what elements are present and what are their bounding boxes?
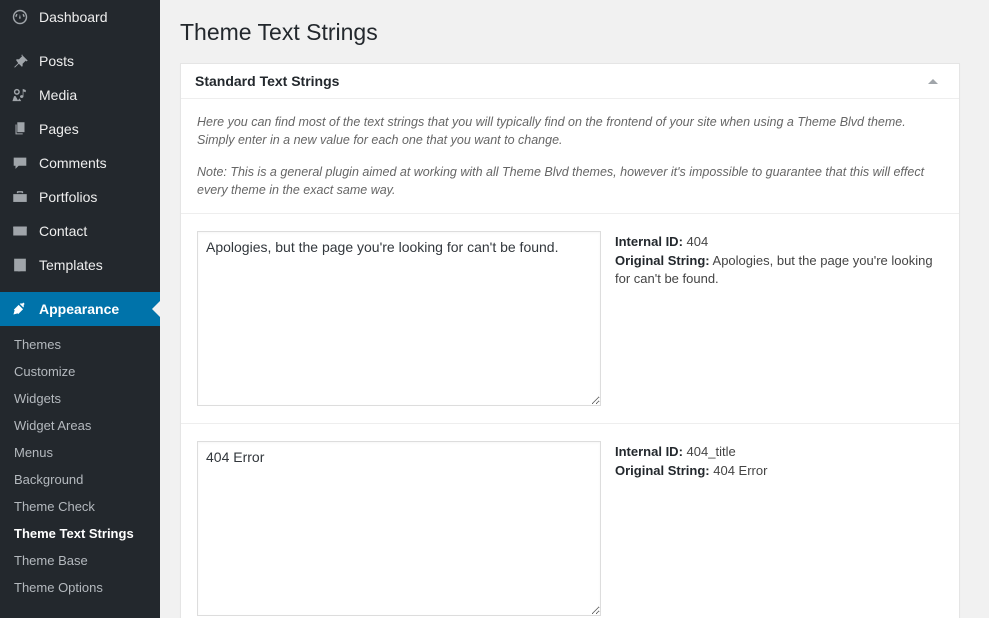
briefcase-icon bbox=[10, 187, 30, 207]
main-content: Theme Text Strings Standard Text Strings… bbox=[160, 0, 989, 618]
sidebar-item-label: Comments bbox=[39, 155, 107, 171]
description-paragraph-1: Here you can find most of the text strin… bbox=[197, 115, 906, 147]
sidebar-item-label: Pages bbox=[39, 121, 79, 137]
internal-id-line: Internal ID: 404_title bbox=[615, 443, 943, 461]
sidebar-separator bbox=[0, 282, 160, 292]
internal-id-label: Internal ID: bbox=[615, 444, 683, 459]
description-paragraph-2: Note: This is a general plugin aimed at … bbox=[197, 165, 925, 197]
sidebar-item-label: Media bbox=[39, 87, 78, 103]
sidebar-item-label: Templates bbox=[39, 257, 103, 273]
envelope-icon bbox=[10, 221, 30, 241]
sidebar-item-appearance[interactable]: Appearance bbox=[0, 292, 160, 326]
sidebar-item-contact[interactable]: Contact bbox=[0, 214, 160, 248]
string-info-column: Internal ID: 404 Original String: Apolog… bbox=[601, 231, 943, 289]
string-info-column: Internal ID: 404_title Original String: … bbox=[601, 441, 943, 481]
active-menu-arrow bbox=[152, 301, 160, 317]
submenu-item-theme-text-strings[interactable]: Theme Text Strings bbox=[0, 520, 160, 547]
internal-id-label: Internal ID: bbox=[615, 234, 683, 249]
sidebar-item-media[interactable]: Media bbox=[0, 78, 160, 112]
sidebar-item-label: Posts bbox=[39, 53, 75, 69]
string-input-column bbox=[197, 441, 601, 616]
original-string-label: Original String: bbox=[615, 253, 710, 268]
string-textarea[interactable] bbox=[197, 441, 601, 616]
appearance-submenu: Themes Customize Widgets Widget Areas Me… bbox=[0, 326, 160, 609]
dashboard-icon bbox=[10, 7, 30, 27]
media-icon bbox=[10, 85, 30, 105]
submenu-item-menus[interactable]: Menus bbox=[0, 439, 160, 466]
sidebar-item-label: Appearance bbox=[39, 301, 120, 317]
panel-title: Standard Text Strings bbox=[195, 73, 340, 89]
original-string-label: Original String: bbox=[615, 463, 710, 478]
internal-id-value: 404_title bbox=[686, 444, 736, 459]
submenu-item-theme-check[interactable]: Theme Check bbox=[0, 493, 160, 520]
internal-id-value: 404 bbox=[686, 234, 709, 249]
panel-description: Here you can find most of the text strin… bbox=[181, 99, 959, 214]
brush-icon bbox=[10, 299, 30, 319]
panel-header: Standard Text Strings bbox=[181, 64, 959, 99]
submenu-item-themes[interactable]: Themes bbox=[0, 331, 160, 358]
chevron-up-icon[interactable] bbox=[915, 64, 951, 98]
building-icon bbox=[10, 255, 30, 275]
text-string-row: Internal ID: 404_title Original String: … bbox=[181, 424, 959, 618]
sidebar-item-dashboard[interactable]: Dashboard bbox=[0, 0, 160, 34]
submenu-item-widget-areas[interactable]: Widget Areas bbox=[0, 412, 160, 439]
page-title: Theme Text Strings bbox=[180, 19, 378, 45]
text-string-row: Internal ID: 404 Original String: Apolog… bbox=[181, 214, 959, 424]
chevron-up-glyph bbox=[928, 78, 938, 84]
pin-icon bbox=[10, 51, 30, 71]
submenu-item-background[interactable]: Background bbox=[0, 466, 160, 493]
sidebar-item-label: Dashboard bbox=[39, 9, 108, 25]
sidebar-item-pages[interactable]: Pages bbox=[0, 112, 160, 146]
internal-id-line: Internal ID: 404 bbox=[615, 233, 943, 251]
sidebar-item-label: Contact bbox=[39, 223, 88, 239]
original-string-line: Original String: Apologies, but the page… bbox=[615, 252, 943, 288]
pages-icon bbox=[10, 119, 30, 139]
admin-sidebar: Dashboard Posts Media Pages Comments Por… bbox=[0, 0, 160, 618]
sidebar-item-portfolios[interactable]: Portfolios bbox=[0, 180, 160, 214]
admin-layout: Dashboard Posts Media Pages Comments Por… bbox=[0, 0, 989, 618]
submenu-item-widgets[interactable]: Widgets bbox=[0, 385, 160, 412]
sidebar-item-label: Portfolios bbox=[39, 189, 98, 205]
string-textarea[interactable] bbox=[197, 231, 601, 406]
sidebar-item-posts[interactable]: Posts bbox=[0, 44, 160, 78]
string-input-column bbox=[197, 231, 601, 406]
standard-text-strings-panel: Standard Text Strings Here you can find … bbox=[180, 63, 960, 618]
sidebar-separator bbox=[0, 34, 160, 44]
comment-icon bbox=[10, 153, 30, 173]
submenu-item-theme-options[interactable]: Theme Options bbox=[0, 574, 160, 601]
submenu-item-theme-base[interactable]: Theme Base bbox=[0, 547, 160, 574]
submenu-item-customize[interactable]: Customize bbox=[0, 358, 160, 385]
original-string-value: 404 Error bbox=[713, 463, 768, 478]
sidebar-item-comments[interactable]: Comments bbox=[0, 146, 160, 180]
original-string-line: Original String: 404 Error bbox=[615, 462, 943, 480]
sidebar-item-templates[interactable]: Templates bbox=[0, 248, 160, 282]
